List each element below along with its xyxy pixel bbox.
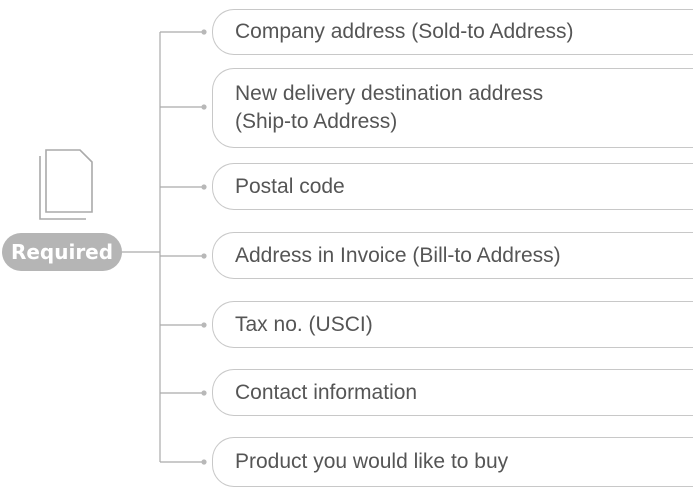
item-label: Postal code (235, 174, 345, 198)
required-label: Required (10, 240, 114, 264)
list-item-sold-to-address: Company address (Sold-to Address) (212, 9, 693, 55)
connector-dot (201, 29, 207, 35)
item-label: Address in Invoice (Bill-to Address) (235, 243, 561, 267)
connector-dot (201, 322, 207, 328)
list-item-contact-information: Contact information (212, 369, 693, 416)
item-label: Tax no. (USCI) (235, 312, 373, 336)
connector-dot (201, 184, 207, 190)
item-label: Company address (Sold-to Address) (235, 20, 574, 43)
connector-lines (122, 31, 204, 463)
list-item-tax-no: Tax no. (USCI) (212, 301, 693, 348)
list-item-product: Product you would like to buy (212, 437, 693, 487)
item-label: New delivery destination address (Ship-t… (235, 82, 544, 133)
connector-dot (201, 104, 207, 110)
connector-dot (201, 459, 207, 465)
connector-dot (201, 390, 207, 396)
list-item-postal-code: Postal code (212, 163, 693, 210)
list-item-bill-to-address: Address in Invoice (Bill-to Address) (212, 232, 693, 279)
item-label: Product you would like to buy (235, 450, 509, 473)
connector-dot (201, 253, 207, 259)
item-label: Contact information (235, 380, 418, 404)
connector-dots (201, 29, 207, 465)
list-item-ship-to-address: New delivery destination address (Ship-t… (212, 68, 693, 148)
document-stack-icon (39, 149, 93, 220)
required-badge: Required (2, 233, 122, 271)
